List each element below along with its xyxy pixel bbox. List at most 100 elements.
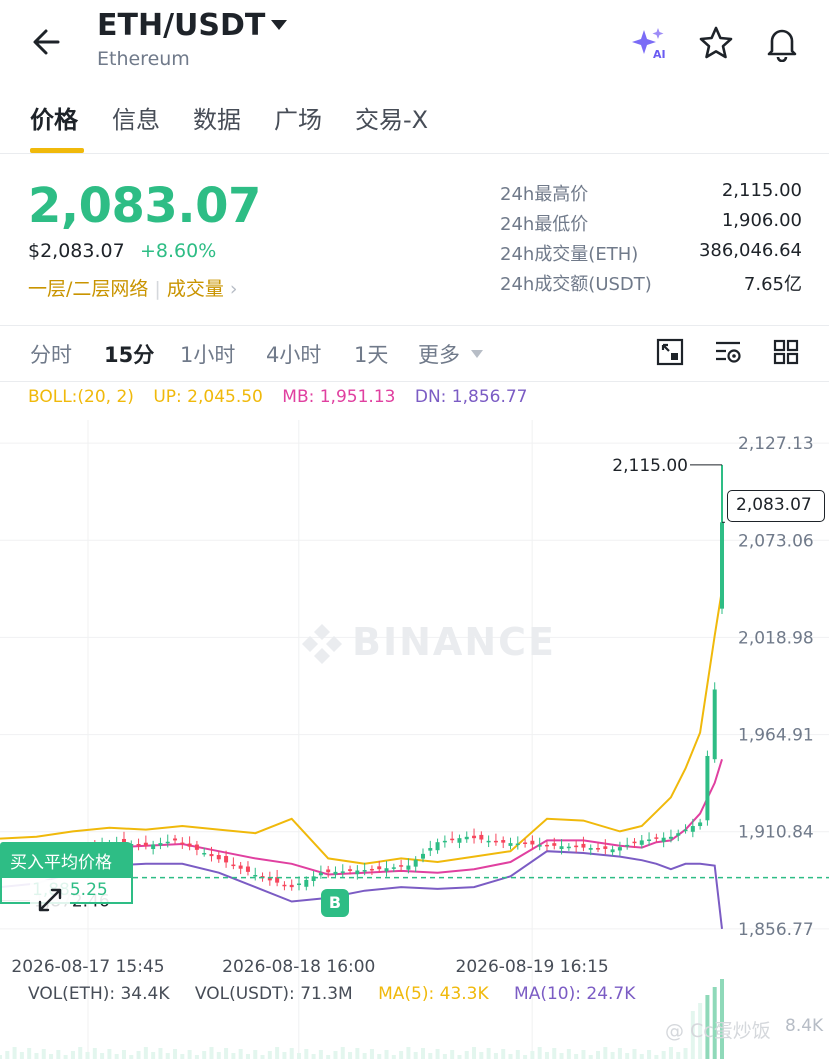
volume-bar	[311, 1054, 316, 1059]
candle-body	[231, 864, 236, 867]
volume-bar	[377, 1054, 382, 1059]
volume-bar	[501, 1049, 506, 1059]
volume-bar	[0, 1055, 2, 1059]
candle-body	[355, 870, 360, 875]
candle-body	[253, 874, 258, 877]
candle-body	[238, 865, 243, 869]
volume-bar	[121, 1050, 126, 1059]
candle-body	[173, 838, 178, 841]
candle-body	[690, 826, 695, 832]
candle-body	[406, 865, 411, 870]
volume-bar	[41, 1049, 46, 1059]
y-tick-label: 2,073.06	[738, 531, 814, 551]
candle-body	[537, 844, 542, 847]
volume-bar	[275, 1047, 280, 1059]
volume-bar	[326, 1055, 331, 1059]
candle-body	[136, 844, 141, 846]
candle-body	[399, 865, 404, 867]
watermark: BINANCE	[352, 620, 556, 664]
volume-bar	[676, 1052, 681, 1059]
candle-body	[523, 842, 528, 844]
volume-bar	[406, 1047, 411, 1059]
volume-bar	[143, 1047, 148, 1059]
volume-bar	[333, 1051, 338, 1059]
volume-bar	[479, 1052, 484, 1059]
vol-eth: VOL(ETH): 34.4K	[28, 984, 170, 1004]
candle-body	[151, 844, 156, 850]
candle-body	[187, 843, 192, 847]
candle-body	[420, 853, 425, 859]
vol-usdt: VOL(USDT): 71.3M	[194, 984, 353, 1004]
volume-bar	[180, 1054, 185, 1059]
candle-body	[333, 871, 338, 875]
x-tick-label: 2026-08-18 16:00	[222, 957, 375, 977]
volume-bar	[574, 1054, 579, 1059]
candle-body	[457, 838, 462, 843]
candle-body	[202, 852, 207, 855]
volume-bar	[318, 1050, 323, 1059]
volume-bar	[610, 1052, 615, 1059]
volume-bar	[187, 1050, 192, 1059]
volume-bar	[209, 1047, 214, 1059]
y-tick-label: 1,910.84	[738, 823, 814, 843]
x-tick-label: 2026-08-19 16:15	[456, 957, 609, 977]
volume-bar	[70, 1051, 75, 1059]
volume-bar	[486, 1048, 491, 1059]
candle-body	[588, 848, 593, 850]
volume-bar	[472, 1047, 477, 1059]
vol-ma5: MA(5): 43.3K	[378, 984, 489, 1004]
volume-bar	[34, 1053, 39, 1059]
volume-bar	[391, 1055, 396, 1059]
candle-body	[464, 836, 469, 840]
candle-body	[479, 834, 484, 840]
buy-marker[interactable]: B	[321, 889, 349, 917]
volume-bar	[202, 1051, 207, 1059]
candle-body	[435, 842, 440, 851]
volume-bar	[92, 1048, 97, 1059]
candle-body	[245, 866, 250, 872]
volume-bar	[56, 1050, 61, 1059]
volume-bar	[12, 1047, 17, 1059]
volume-bar	[362, 1053, 367, 1059]
volume-bar	[49, 1054, 54, 1059]
candle-body	[596, 848, 601, 850]
candle-body	[501, 840, 506, 843]
candle-body	[581, 843, 586, 848]
candle-body	[413, 859, 418, 867]
volume-bar	[304, 1049, 309, 1059]
volume-bar	[129, 1055, 134, 1059]
volume-bar	[464, 1051, 469, 1059]
volume-legend: VOL(ETH): 34.4K VOL(USDT): 71.3M MA(5): …	[28, 984, 655, 1004]
expand-icon[interactable]	[30, 880, 70, 920]
candle-body	[610, 849, 615, 853]
volume-bar	[231, 1053, 236, 1059]
volume-bar	[151, 1052, 156, 1059]
volume-bar	[85, 1052, 90, 1059]
candle-body	[574, 845, 579, 848]
candle-body	[632, 841, 637, 844]
volume-bar	[267, 1051, 272, 1059]
candle-body	[515, 843, 520, 846]
volume-bar	[78, 1047, 83, 1059]
candle-body	[530, 840, 535, 845]
candle-body	[552, 843, 557, 846]
volume-bar	[5, 1051, 10, 1059]
candle-body	[683, 829, 688, 832]
volume-bar	[136, 1051, 141, 1059]
volume-bar	[625, 1053, 630, 1059]
volume-bar	[63, 1055, 68, 1059]
y-tick-label: 2,127.13	[738, 434, 814, 454]
candle-body	[216, 855, 221, 860]
volume-bar	[114, 1054, 119, 1059]
candle-body	[348, 869, 353, 871]
volume-bar	[508, 1054, 513, 1059]
vol-ma10: MA(10): 24.7K	[514, 984, 636, 1004]
candle-body	[698, 822, 703, 827]
candle-body	[304, 879, 309, 887]
candle-body	[289, 884, 294, 888]
volume-bar	[260, 1055, 265, 1059]
volume-bar	[566, 1049, 571, 1059]
current-price-label: 2,083.07	[727, 490, 825, 522]
candle-body	[224, 856, 229, 863]
candle-body	[340, 871, 345, 873]
